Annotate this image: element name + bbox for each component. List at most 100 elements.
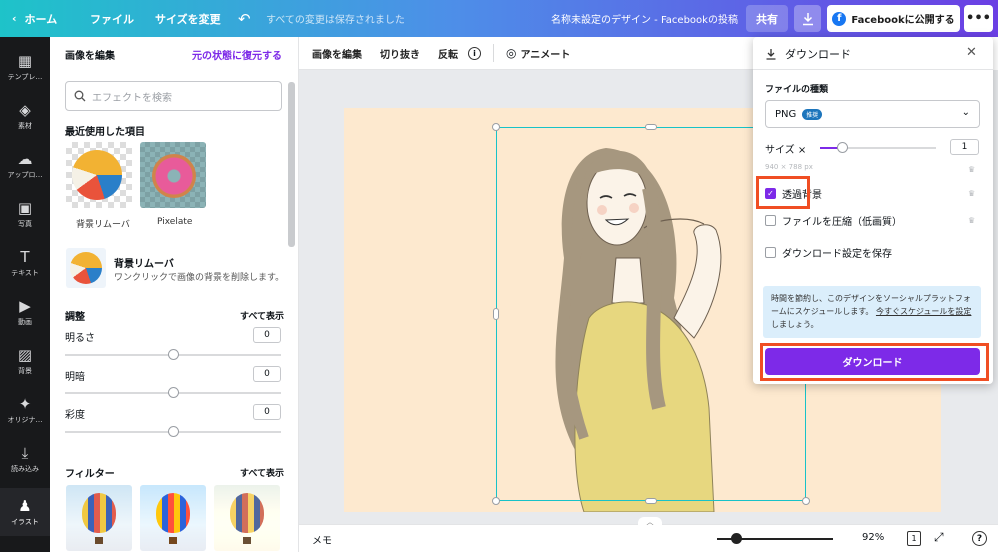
saturation-value[interactable]: 0 [253,404,281,420]
panel-scrollbar[interactable] [288,82,295,247]
template-icon: ▦ [17,51,33,70]
rail-item-video[interactable]: ▶ 動画 [0,288,50,336]
recommended-badge: 推奨 [802,108,823,120]
chevron-up-icon[interactable]: ︿ [638,517,662,527]
filter-thumb[interactable] [66,485,132,551]
original-icon: ✦ [18,394,32,413]
saturation-slider[interactable] [65,426,281,437]
import-icon: ⤓ [21,443,29,462]
info-icon[interactable]: i [468,46,481,60]
undo-icon[interactable]: ↶ [238,0,251,37]
download-icon[interactable] [794,5,821,32]
flip-button[interactable]: 反転 [438,46,458,61]
more-options-icon[interactable]: ••• [964,5,993,32]
checkbox[interactable] [765,215,776,226]
resize-handle[interactable] [493,308,499,320]
facebook-publish-button[interactable]: f Facebookに公開する [827,5,960,32]
crown-icon: ♛ [968,165,976,174]
slider-knob[interactable] [731,533,742,544]
schedule-info: 時間を節約し、このデザインをソーシャルプラットフォームにスケジュールします。 今… [763,286,981,338]
animate-button[interactable]: アニメート [520,46,570,61]
resize-handle[interactable] [492,497,500,505]
adjust-show-all[interactable]: すべて表示 [240,309,284,322]
rail-item-background[interactable]: ▨ 背景 [0,337,50,385]
recent-title: 最近使用した項目 [65,127,145,138]
contrast-slider[interactable] [65,387,281,398]
rail-label: イラスト [11,517,39,526]
bottom-bar: ︿ メモ 92% 1 ⤢ ? [299,517,998,552]
filter-thumb[interactable] [140,485,206,551]
beach-ball-image [72,150,122,200]
memo-button[interactable]: メモ [312,532,332,547]
rail-label: 読み込み [11,464,39,473]
restore-link[interactable]: 元の状態に復元する [192,47,282,62]
compress-option[interactable]: ファイルを圧縮（低画質） [765,213,902,228]
file-menu[interactable]: ファイル [90,0,134,37]
home-button[interactable]: ‹ ホーム [12,0,57,37]
contrast-value[interactable]: 0 [253,366,281,382]
crop-button[interactable]: 切り抜き [380,46,420,61]
bg-remover-desc: ワンクリックで画像の背景を削除します。 [114,273,285,283]
slider-knob[interactable] [168,349,179,360]
rail-label: 素材 [18,121,32,130]
slider-knob[interactable] [168,426,179,437]
rail-item-elements[interactable]: ◈ 素材 [0,92,50,140]
filter-thumb[interactable] [214,485,280,551]
rail-label: 写真 [18,219,32,228]
animate-icon: ◎ [506,46,517,60]
divider [753,69,993,70]
size-slider[interactable] [820,142,936,153]
resize-handle[interactable] [802,497,810,505]
rail-item-import[interactable]: ⤓ 読み込み [0,435,50,483]
adjust-title: 調整 [65,312,85,323]
checkbox[interactable] [765,247,776,258]
search-placeholder: エフェクトを検索 [92,92,172,104]
resize-handle[interactable] [645,124,657,130]
rail-item-illust[interactable]: ♟ イラスト [0,488,50,536]
schedule-link[interactable]: 今すぐスケジュールを設定 [876,307,971,316]
filter-show-all[interactable]: すべて表示 [240,466,284,479]
file-type-value: PNG [775,108,797,120]
file-type-label: ファイルの種類 [765,85,829,95]
donut-image [152,154,196,198]
bg-remover-title[interactable]: 背景リムーバ [114,255,174,270]
toolbar-divider [493,44,494,62]
chevron-down-icon: ⌄ [961,107,970,118]
resize-menu[interactable]: サイズを変更 [155,0,221,37]
design-title[interactable]: 名称未設定のデザイン - Facebookの投稿 [551,0,738,37]
help-icon[interactable]: ? [972,531,987,546]
recent-pixelate-thumb[interactable] [140,142,206,208]
zoom-value[interactable]: 92% [862,532,884,543]
brightness-value[interactable]: 0 [253,327,281,343]
fullscreen-icon[interactable]: ⤢ [934,530,944,545]
illust-icon: ♟ [18,496,32,515]
slider-knob[interactable] [168,387,179,398]
edit-image-button[interactable]: 画像を編集 [312,46,362,61]
close-icon[interactable]: ✕ [966,45,977,60]
crown-icon: ♛ [968,216,976,225]
file-type-select[interactable]: PNG 推奨 ⌄ [765,100,980,128]
brightness-label: 明るさ [65,333,95,344]
rail-item-upload[interactable]: ☁ アップロ… [0,141,50,189]
resize-handle[interactable] [645,498,657,504]
page-count-icon[interactable]: 1 [907,531,921,546]
slider-knob[interactable] [837,142,848,153]
save-settings-option[interactable]: ダウンロード設定を保存 [765,245,892,260]
rail-item-original[interactable]: ✦ オリジナ… [0,386,50,434]
recent-bg-remover-thumb[interactable] [66,142,132,208]
crown-icon: ♛ [968,189,976,198]
rail-item-text[interactable]: T テキスト [0,239,50,287]
bg-remover-icon[interactable] [66,248,106,288]
balloon-basket [169,537,177,544]
effect-search-input[interactable]: エフェクトを検索 [65,81,282,111]
resize-handle[interactable] [492,123,500,131]
share-button[interactable]: 共有 [746,5,788,32]
brightness-slider[interactable] [65,349,281,360]
zoom-slider[interactable] [717,533,833,544]
save-status: すべての変更は保存されました [266,15,405,26]
download-title: ダウンロード [785,48,851,61]
facebook-publish-label: Facebookに公開する [851,15,955,26]
rail-item-template[interactable]: ▦ テンプレ… [0,43,50,91]
size-value[interactable]: 1 [950,139,979,155]
rail-item-photo[interactable]: ▣ 写真 [0,190,50,238]
